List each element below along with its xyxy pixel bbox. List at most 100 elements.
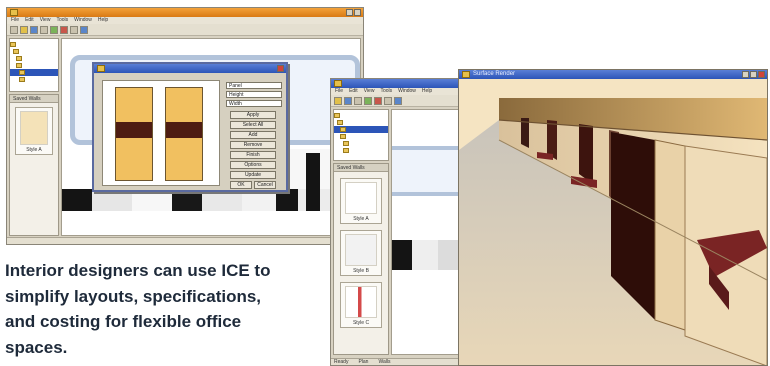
- menu-window[interactable]: Window: [398, 88, 416, 95]
- tree-pane: [9, 38, 59, 92]
- minimize-button[interactable]: [742, 71, 749, 78]
- titlebar: [7, 8, 363, 17]
- floorplan-window-middle: File Edit View Tools Window Help Saved W…: [330, 78, 462, 366]
- width-field[interactable]: Width: [226, 100, 282, 107]
- caption-line: simplify layouts, specifications,: [5, 286, 262, 306]
- folder-icon: [13, 49, 19, 54]
- menu-help[interactable]: Help: [422, 88, 432, 95]
- panel-field[interactable]: Panel: [226, 82, 282, 89]
- folder-icon: [16, 63, 22, 68]
- status-bar: [7, 237, 363, 244]
- thumbnail-label: Style A: [353, 216, 369, 222]
- folder-icon: [343, 141, 349, 146]
- close-button[interactable]: [758, 71, 765, 78]
- tree-item-selected[interactable]: [334, 126, 388, 133]
- menu-file[interactable]: File: [11, 17, 19, 24]
- panel-right: [165, 87, 203, 181]
- status-walls[interactable]: Walls: [378, 359, 390, 365]
- open-icon[interactable]: [20, 26, 28, 34]
- menu-tools[interactable]: Tools: [380, 88, 392, 95]
- caption-line: and costing for flexible office: [5, 312, 242, 331]
- menu-edit[interactable]: Edit: [25, 17, 34, 24]
- minimize-button[interactable]: [346, 9, 353, 16]
- options-button[interactable]: Options: [230, 161, 276, 169]
- render-window: Surface Render: [458, 69, 768, 366]
- menu-bar: File Edit View Tools Window Help: [331, 88, 461, 95]
- tree-item[interactable]: [10, 55, 58, 62]
- wall-style-thumbnail[interactable]: Style B: [340, 230, 382, 276]
- tree-item[interactable]: [10, 48, 58, 55]
- remove-button[interactable]: Remove: [230, 141, 276, 149]
- folder-icon: [16, 56, 22, 61]
- folder-icon: [19, 70, 25, 75]
- render-titlebar: Surface Render: [459, 70, 767, 79]
- tree-pane: [333, 109, 389, 161]
- new-icon[interactable]: [10, 26, 18, 34]
- ok-button[interactable]: OK: [230, 181, 252, 189]
- zoom-icon[interactable]: [384, 97, 392, 105]
- dialog-titlebar: [94, 64, 286, 73]
- zoom-icon[interactable]: [70, 26, 78, 34]
- render-icon[interactable]: [394, 97, 402, 105]
- menu-bar: File Edit View Tools Window Help: [7, 17, 363, 24]
- wall-tool-icon[interactable]: [364, 97, 372, 105]
- menu-help[interactable]: Help: [98, 17, 108, 24]
- folder-icon: [19, 77, 25, 82]
- panel-title: Saved Walls: [10, 95, 58, 103]
- toolbar: [331, 95, 461, 107]
- status-plan[interactable]: Plan: [358, 359, 368, 365]
- menu-view[interactable]: View: [364, 88, 375, 95]
- wall-style-thumbnail[interactable]: Style A: [340, 178, 382, 224]
- tree-item[interactable]: [10, 62, 58, 69]
- tree-item[interactable]: [334, 133, 388, 140]
- save-icon[interactable]: [344, 97, 352, 105]
- panel-title: Saved Walls: [334, 164, 388, 172]
- menu-edit[interactable]: Edit: [349, 88, 358, 95]
- tree-item-selected[interactable]: [10, 69, 58, 76]
- door-tool-icon[interactable]: [60, 26, 68, 34]
- add-button[interactable]: Add: [230, 131, 276, 139]
- caption-line: spaces.: [5, 337, 68, 357]
- cancel-button[interactable]: Cancel: [254, 181, 276, 189]
- menu-tools[interactable]: Tools: [56, 17, 68, 24]
- floorplan-canvas[interactable]: [391, 109, 461, 355]
- status-bar: Ready Plan Walls: [331, 358, 461, 365]
- folder-icon: [337, 120, 343, 125]
- panel-preview: [102, 80, 220, 186]
- tree-item[interactable]: [334, 119, 388, 126]
- wall-style-thumbnail[interactable]: Style C: [340, 282, 382, 328]
- height-field[interactable]: Height: [226, 91, 282, 98]
- maximize-button[interactable]: [750, 71, 757, 78]
- menu-file[interactable]: File: [335, 88, 343, 95]
- wall-tool-icon[interactable]: [50, 26, 58, 34]
- open-icon[interactable]: [334, 97, 342, 105]
- maximize-button[interactable]: [354, 9, 361, 16]
- print-icon[interactable]: [354, 97, 362, 105]
- save-icon[interactable]: [30, 26, 38, 34]
- tree-item[interactable]: [334, 140, 388, 147]
- 3d-office-render[interactable]: [459, 80, 767, 366]
- tree-item[interactable]: [334, 112, 388, 119]
- door-tool-icon[interactable]: [374, 97, 382, 105]
- wall-style-thumbnail[interactable]: Style A: [15, 107, 53, 155]
- select-all-button[interactable]: Select All: [230, 121, 276, 129]
- close-button[interactable]: [277, 65, 284, 72]
- tree-item[interactable]: [10, 41, 58, 48]
- caption-text: Interior designers can use ICE to simpli…: [5, 258, 335, 360]
- tree-item[interactable]: [334, 147, 388, 154]
- finish-button[interactable]: Finish: [230, 151, 276, 159]
- panel-left: [115, 87, 153, 181]
- wall-elevation-base: [392, 240, 460, 270]
- update-button[interactable]: Update: [230, 171, 276, 179]
- menu-window[interactable]: Window: [74, 17, 92, 24]
- app-icon: [10, 9, 18, 16]
- app-icon: [462, 71, 470, 78]
- thumbnail-label: Style B: [353, 268, 369, 274]
- folder-icon: [343, 148, 349, 153]
- tree-item[interactable]: [10, 76, 58, 83]
- render-icon[interactable]: [80, 26, 88, 34]
- saved-walls-panel: Saved Walls Style A: [9, 94, 59, 236]
- print-icon[interactable]: [40, 26, 48, 34]
- apply-button[interactable]: Apply: [230, 111, 276, 119]
- menu-view[interactable]: View: [40, 17, 51, 24]
